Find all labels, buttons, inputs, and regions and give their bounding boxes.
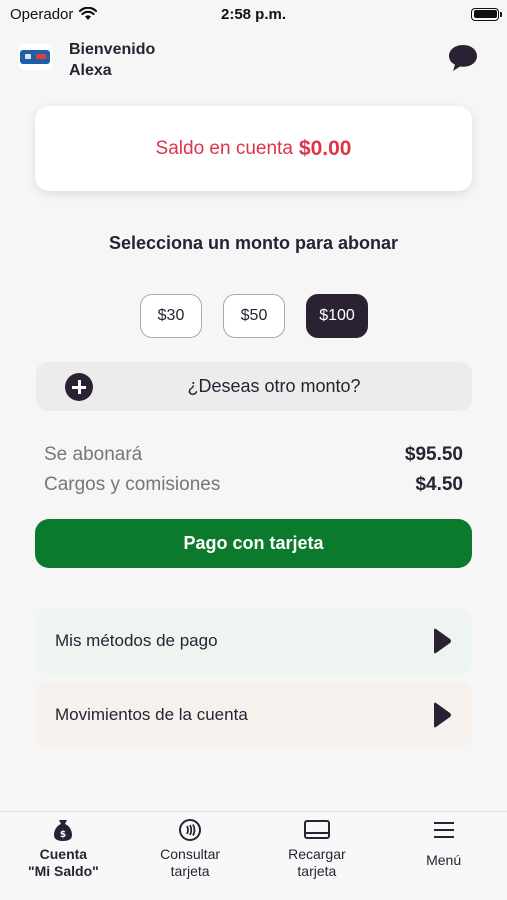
arrow-right-icon (434, 702, 451, 728)
greeting-label: Bienvenido (69, 41, 156, 58)
tab-menu-label: Menú (426, 852, 462, 868)
other-amount-button[interactable]: ¿Deseas otro monto? (36, 362, 472, 411)
tab-check-card-label: Consultar tarjeta (160, 846, 221, 879)
amount-section-title: Selecciona un monto para abonar (108, 233, 399, 253)
transit-card-icon (20, 50, 50, 64)
tab-account-label: Cuenta "Mi Saldo" (27, 846, 99, 879)
balance-card: Saldo en cuenta $0.00 (35, 106, 472, 191)
fees-label: Cargos y comisiones (44, 474, 221, 495)
money-bag-icon: $ (54, 820, 73, 841)
fees-value: $4.50 (415, 474, 463, 495)
header: Bienvenido Alexa (0, 36, 507, 86)
tab-check-card[interactable]: Consultar tarjeta (127, 812, 254, 900)
balance-amount: $0.00 (298, 136, 352, 160)
credit-value: $95.50 (404, 444, 463, 465)
tab-menu[interactable]: Menú (380, 812, 507, 900)
user-name: Alexa (69, 62, 112, 79)
card-reader-icon (303, 820, 330, 839)
payment-methods-label: Mis métodos de pago (55, 631, 218, 650)
avatar[interactable] (18, 44, 52, 70)
payment-methods-link[interactable]: Mis métodos de pago (36, 608, 472, 674)
nfc-icon (179, 819, 202, 841)
credit-label: Se abonará (44, 444, 143, 465)
hamburger-menu-icon (433, 822, 454, 838)
credit-row: Se abonará $95.50 (44, 444, 463, 466)
account-movements-label: Movimientos de la cuenta (55, 705, 248, 724)
status-left: Operador (10, 5, 98, 23)
amount-option-100[interactable]: $100 (306, 294, 368, 338)
tab-recharge-card[interactable]: Recargar tarjeta (254, 812, 381, 900)
welcome-text: Bienvenido Alexa (69, 39, 155, 81)
pay-with-card-button[interactable]: Pago con tarjeta (35, 519, 472, 568)
status-bar: Operador 2:58 p.m. (0, 0, 507, 28)
fees-row: Cargos y comisiones $4.50 (44, 474, 463, 496)
tab-recharge-card-label: Recargar tarjeta (288, 846, 346, 879)
svg-text:$: $ (60, 830, 66, 840)
tab-account-balance[interactable]: $ Cuenta "Mi Saldo" (0, 812, 127, 900)
other-amount-label: ¿Deseas otro monto? (187, 376, 361, 396)
chat-bubble-icon[interactable] (446, 42, 480, 74)
amount-option-30[interactable]: $30 (140, 294, 202, 338)
amount-option-50[interactable]: $50 (223, 294, 285, 338)
account-movements-link[interactable]: Movimientos de la cuenta (36, 682, 472, 748)
balance-label: Saldo en cuenta (155, 137, 293, 159)
battery-icon (471, 7, 502, 21)
wifi-icon (79, 7, 98, 20)
tab-bar: $ Cuenta "Mi Saldo" Consultar tarjeta Re… (0, 811, 507, 900)
carrier-label: Operador (10, 5, 74, 23)
arrow-right-icon (434, 628, 451, 654)
